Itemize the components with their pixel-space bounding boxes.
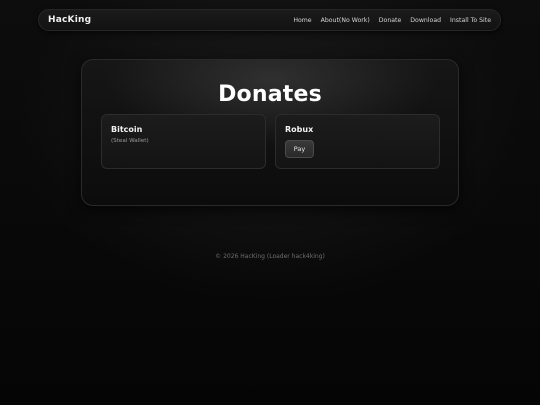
robux-option-card: Robux Pay <box>275 114 440 169</box>
donates-card: Donates Bitcoin (Steal Wallet) Robux Pay <box>81 59 459 206</box>
nav-link-donate[interactable]: Donate <box>379 17 402 24</box>
bitcoin-subtitle: (Steal Wallet) <box>111 138 149 144</box>
nav-link-install[interactable]: Install To Site <box>450 17 491 24</box>
bitcoin-title: Bitcoin <box>111 125 143 134</box>
page-title: Donates <box>218 82 322 107</box>
pay-button[interactable]: Pay <box>285 140 314 158</box>
footer-copyright: © 2026 HacKing (Loader hack4king) <box>215 253 325 260</box>
robux-title: Robux <box>285 125 314 134</box>
brand-logo-text[interactable]: HacKing <box>48 15 91 25</box>
nav-link-home[interactable]: Home <box>293 17 311 24</box>
nav-link-download[interactable]: Download <box>410 17 441 24</box>
top-navbar: HacKing Home About(No Work) Donate Downl… <box>38 9 501 31</box>
nav-links: Home About(No Work) Donate Download Inst… <box>293 17 491 24</box>
nav-link-about[interactable]: About(No Work) <box>321 17 370 24</box>
bitcoin-option-card: Bitcoin (Steal Wallet) <box>101 114 266 169</box>
